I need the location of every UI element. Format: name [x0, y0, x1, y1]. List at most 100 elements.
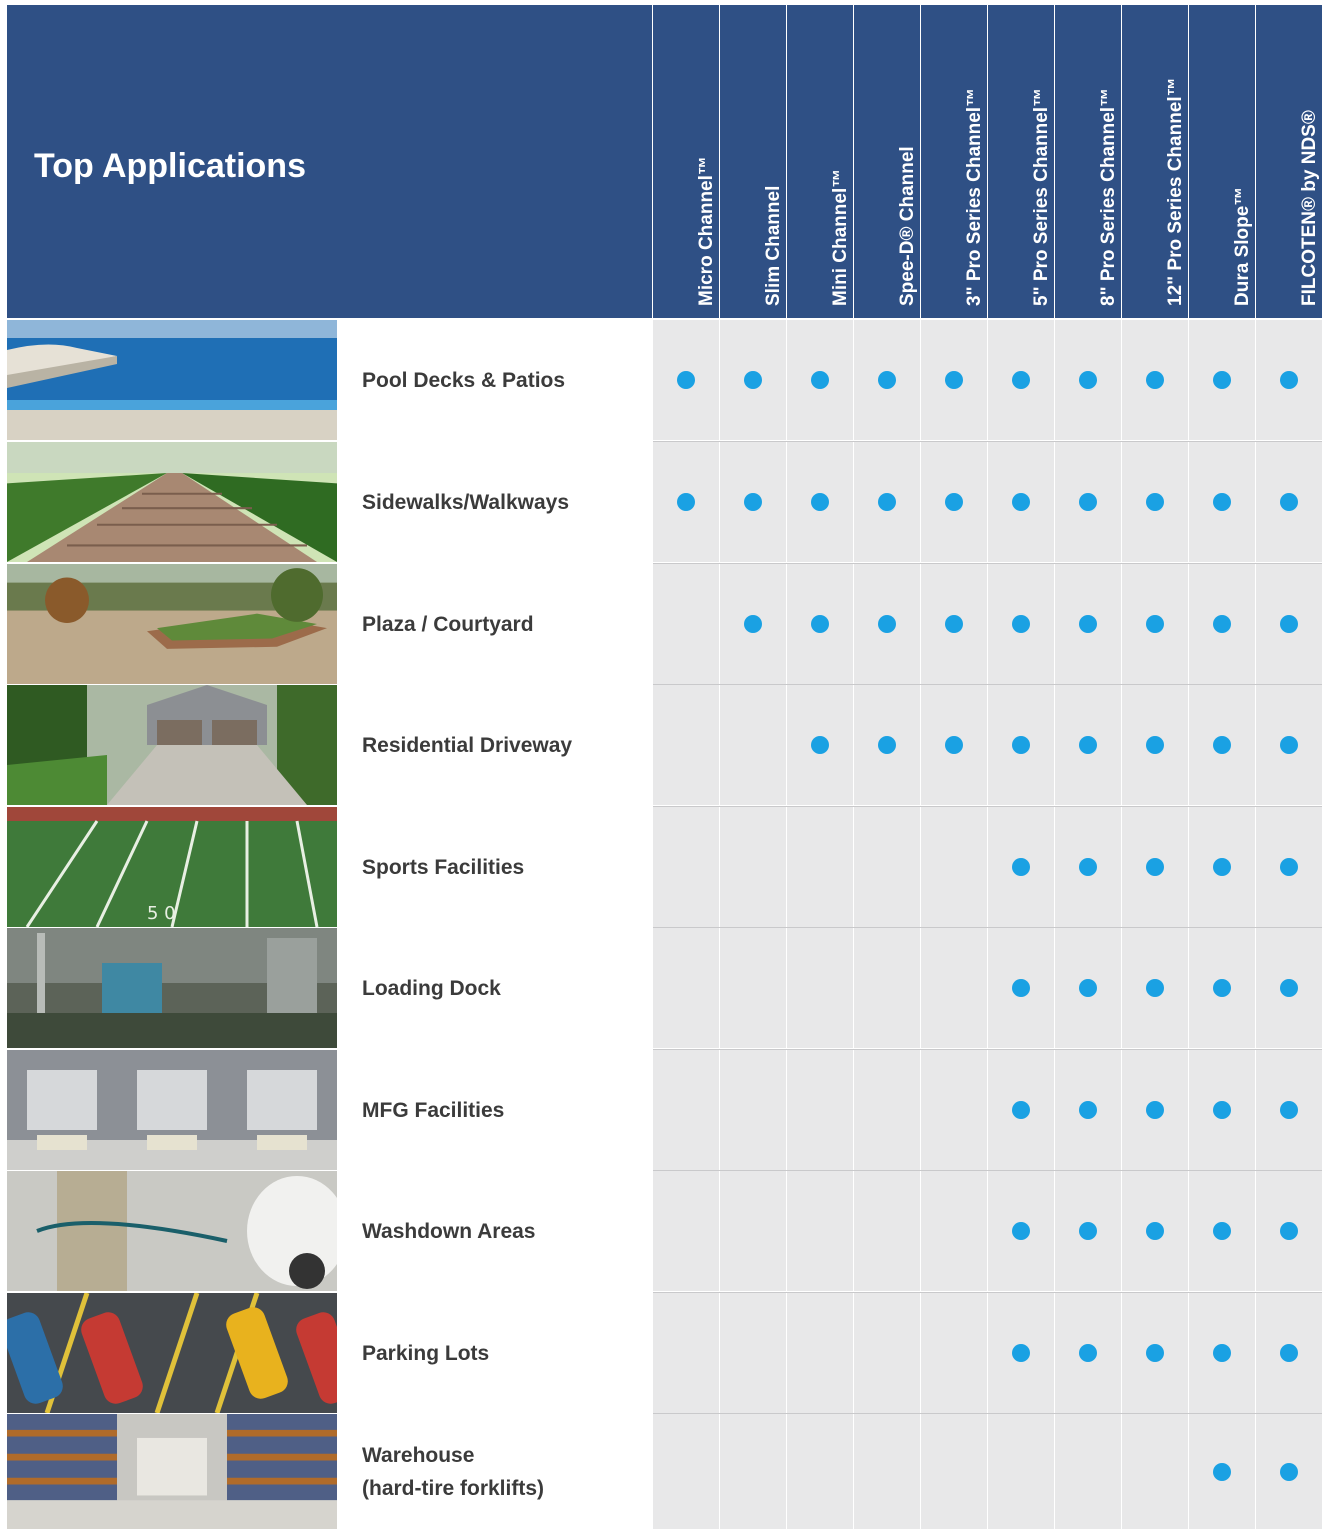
column-header-label: 8" Pro Series Channel™	[1098, 87, 1119, 306]
table-cell	[1189, 564, 1255, 684]
availability-dot	[677, 371, 695, 389]
availability-dot	[744, 371, 762, 389]
table-cell	[988, 1171, 1054, 1291]
table-cell	[921, 320, 987, 440]
table-cell	[1055, 1050, 1121, 1170]
row-divider	[653, 684, 1322, 685]
availability-dot	[1213, 371, 1231, 389]
column-header: Spee-D® Channel	[854, 5, 920, 318]
table-cell	[854, 1050, 920, 1170]
row-label: Plaza / Courtyard	[362, 612, 534, 636]
table-cell	[854, 442, 920, 562]
row-label: Loading Dock	[362, 976, 501, 1000]
row-divider	[653, 1170, 1322, 1171]
availability-dot	[1280, 736, 1298, 754]
availability-dot	[677, 493, 695, 511]
availability-dot	[1146, 371, 1164, 389]
availability-dot	[1280, 979, 1298, 997]
availability-dot	[744, 493, 762, 511]
table-cell	[1122, 442, 1188, 562]
table-cell	[921, 1293, 987, 1413]
table-cell	[1122, 1171, 1188, 1291]
table-cell	[921, 1414, 987, 1529]
row-label: MFG Facilities	[362, 1098, 505, 1122]
availability-dot	[945, 371, 963, 389]
availability-dot	[1079, 371, 1097, 389]
row-divider	[653, 563, 1322, 564]
table-cell	[720, 442, 786, 562]
table-cell	[1055, 807, 1121, 927]
availability-dot	[1079, 493, 1097, 511]
availability-dot	[1213, 1101, 1231, 1119]
table-cell	[1122, 320, 1188, 440]
warehouse-photo	[7, 1414, 337, 1529]
table-cell	[1122, 1293, 1188, 1413]
table-cell	[988, 320, 1054, 440]
table-cell	[921, 564, 987, 684]
availability-dot	[1012, 736, 1030, 754]
availability-dot	[1213, 736, 1231, 754]
availability-dot	[1146, 1222, 1164, 1240]
table-cell	[1122, 685, 1188, 805]
availability-dot	[1280, 1462, 1298, 1481]
availability-dot	[1213, 979, 1231, 997]
table-cell	[854, 564, 920, 684]
row-label: Residential Driveway	[362, 733, 573, 757]
table-cell	[1122, 564, 1188, 684]
availability-dot	[1146, 1344, 1164, 1362]
row-divider	[653, 1292, 1322, 1293]
pool-photo	[7, 320, 337, 440]
table-cell	[1189, 685, 1255, 805]
column-header: Slim Channel	[720, 5, 786, 318]
table-cell	[787, 928, 853, 1048]
row-divider	[653, 806, 1322, 807]
column-header: Dura Slope™	[1189, 5, 1255, 318]
table-cell	[1122, 807, 1188, 927]
table-cell	[988, 442, 1054, 562]
mfg-facility-photo	[7, 1050, 337, 1170]
table-cell	[653, 807, 719, 927]
table-cell	[921, 928, 987, 1048]
table-cell	[787, 685, 853, 805]
table-cell	[787, 320, 853, 440]
availability-dot	[1079, 1101, 1097, 1119]
availability-dot	[1213, 1462, 1231, 1481]
availability-dot	[1012, 371, 1030, 389]
table-cell	[921, 685, 987, 805]
availability-dot	[1146, 615, 1164, 633]
table-cell	[1189, 1171, 1255, 1291]
column-header-label: Micro Channel™	[696, 156, 717, 306]
table-cell	[988, 564, 1054, 684]
availability-dot	[1012, 1344, 1030, 1362]
availability-dot	[1213, 1222, 1231, 1240]
availability-dot	[1079, 1222, 1097, 1240]
table-cell	[854, 928, 920, 1048]
availability-dot	[1079, 1344, 1097, 1362]
parking-lot-photo	[7, 1293, 337, 1413]
table-cell	[653, 685, 719, 805]
table-cell	[1189, 928, 1255, 1048]
table-cell	[988, 807, 1054, 927]
table-title: Top Applications	[34, 147, 306, 185]
table-cell	[988, 1414, 1054, 1529]
table-cell	[1055, 685, 1121, 805]
row-label: Washdown Areas	[362, 1219, 536, 1243]
column-header-label: 12" Pro Series Channel™	[1165, 77, 1186, 306]
availability-dot	[1280, 493, 1298, 511]
availability-dot	[811, 371, 829, 389]
table-cell	[1189, 807, 1255, 927]
column-header: 5" Pro Series Channel™	[988, 5, 1054, 318]
table-cell	[720, 807, 786, 927]
availability-dot	[1280, 371, 1298, 389]
availability-dot	[1146, 1101, 1164, 1119]
driveway-photo	[7, 685, 337, 805]
availability-dot	[878, 615, 896, 633]
column-header: 8" Pro Series Channel™	[1055, 5, 1121, 318]
table-cell	[1256, 1414, 1322, 1529]
availability-dot	[1280, 858, 1298, 876]
table-cell	[1256, 442, 1322, 562]
table-cell	[854, 1171, 920, 1291]
table-cell	[720, 1171, 786, 1291]
table-cell	[1055, 928, 1121, 1048]
availability-dot	[1213, 1344, 1231, 1362]
